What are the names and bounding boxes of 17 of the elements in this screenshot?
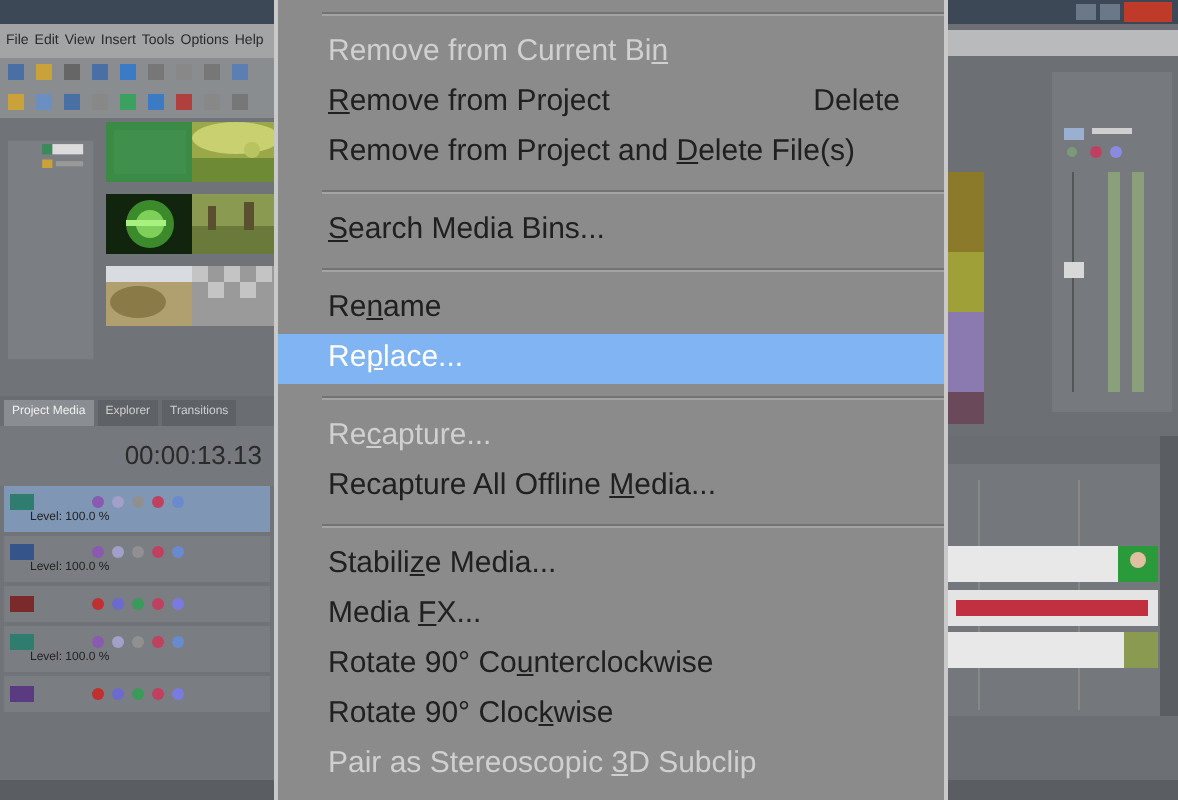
menu-item[interactable]: Recapture All Offline Media... bbox=[278, 462, 944, 512]
track-controls-drawing bbox=[90, 633, 186, 649]
menu-item[interactable]: Search Media Bins... bbox=[278, 206, 944, 256]
menu-item[interactable]: Rotate 90° Clockwise bbox=[278, 690, 944, 740]
track-header[interactable] bbox=[4, 586, 270, 622]
track-header[interactable] bbox=[4, 676, 270, 712]
menu-item[interactable]: Remove from Project and Delete File(s) bbox=[278, 128, 944, 178]
track-controls-drawing bbox=[90, 493, 186, 509]
menu-item[interactable]: Rotate 90° Counterclockwise bbox=[278, 640, 944, 690]
track-controls-drawing bbox=[90, 543, 186, 559]
menu-item[interactable]: Rename bbox=[278, 284, 944, 334]
menu-item[interactable]: Stabilize Media... bbox=[278, 540, 944, 590]
menu-item[interactable]: Media FX... bbox=[278, 590, 944, 640]
track-controls-drawing bbox=[90, 686, 186, 702]
timecode: 00:00:13.13 bbox=[124, 438, 262, 475]
track-controls-drawing bbox=[90, 596, 186, 612]
menu-item[interactable]: Remove from Project Delete bbox=[278, 78, 944, 128]
